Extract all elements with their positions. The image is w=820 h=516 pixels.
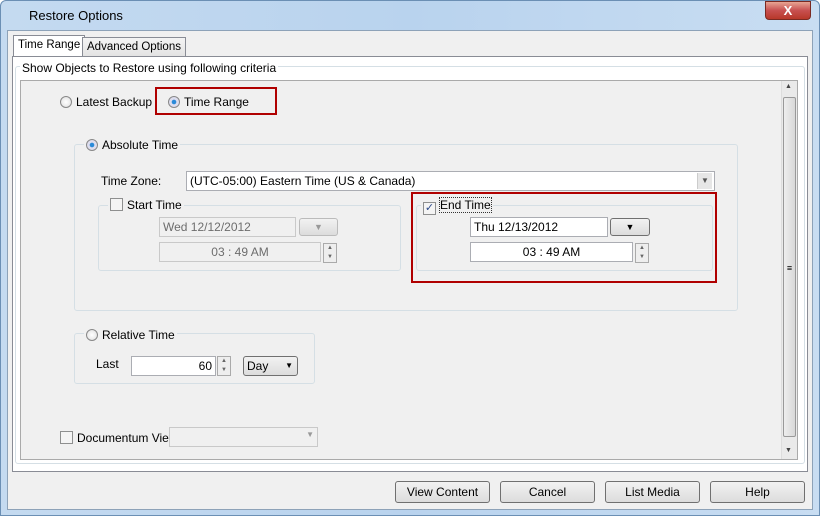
start-time-checkbox[interactable]: Start Time: [108, 198, 184, 212]
documentum-view-select[interactable]: ▼: [169, 427, 318, 447]
radio-selected-icon: [168, 96, 180, 108]
relative-time-radio[interactable]: Relative Time: [84, 328, 177, 342]
end-date-field[interactable]: Thu 12/13/2012: [470, 217, 608, 237]
relative-value-field[interactable]: 60: [131, 356, 216, 376]
latest-backup-label: Latest Backup: [76, 95, 153, 109]
chevron-down-icon: ▼: [285, 361, 293, 370]
chevron-down-icon[interactable]: ▼: [697, 173, 712, 189]
end-time-field[interactable]: 03 : 49 AM: [470, 242, 633, 262]
start-time-label: Start Time: [127, 198, 182, 212]
vertical-scrollbar[interactable]: ▲ ≡ ▼: [781, 81, 797, 459]
radio-icon: [60, 96, 72, 108]
window-title: Restore Options: [29, 8, 123, 23]
relative-unit-value: Day: [247, 359, 269, 373]
view-content-button[interactable]: View Content: [395, 481, 490, 503]
end-date-dropdown-button[interactable]: ▼: [610, 218, 650, 236]
relative-time-label: Relative Time: [102, 328, 175, 342]
tab-time-range[interactable]: Time Range: [13, 35, 86, 57]
documentum-view-checkbox[interactable]: Documentum View: [60, 431, 178, 445]
end-minute: 49 AM: [546, 245, 581, 259]
start-time-field[interactable]: 03 : 49 AM: [159, 242, 321, 262]
relative-unit-select[interactable]: Day ▼: [243, 356, 298, 376]
absolute-time-label: Absolute Time: [102, 138, 179, 152]
scrollbar-thumb[interactable]: ≡: [783, 97, 796, 437]
chevron-down-icon: ▼: [306, 430, 314, 439]
checkmark-icon: ✓: [423, 202, 436, 215]
documentum-view-label: Documentum View: [77, 431, 178, 445]
latest-backup-radio[interactable]: Latest Backup: [60, 95, 152, 109]
radio-icon: [86, 329, 98, 341]
end-hour: 03: [522, 245, 537, 259]
start-date-dropdown-button[interactable]: ▼: [299, 218, 338, 236]
help-button[interactable]: Help: [710, 481, 805, 503]
start-date-field[interactable]: Wed 12/12/2012: [159, 217, 296, 237]
timezone-select[interactable]: (UTC-05:00) Eastern Time (US & Canada) ▼: [186, 171, 715, 191]
time-range-radio[interactable]: Time Range: [168, 95, 249, 109]
start-hour: 03: [211, 245, 225, 259]
timezone-label: Time Zone:: [101, 174, 162, 188]
radio-selected-icon: [86, 139, 98, 151]
timezone-value: (UTC-05:00) Eastern Time (US & Canada): [190, 174, 416, 188]
scroll-down-icon[interactable]: ▼: [785, 447, 792, 454]
absolute-time-radio[interactable]: Absolute Time: [84, 138, 181, 152]
end-time-label: End Time: [439, 197, 492, 213]
tab-advanced-options[interactable]: Advanced Options: [82, 37, 186, 57]
end-time-spinner[interactable]: ▲ ▼: [635, 243, 649, 263]
scroll-up-icon[interactable]: ▲: [785, 83, 792, 90]
checkbox-icon: [110, 198, 123, 211]
close-button[interactable]: X: [765, 1, 811, 20]
time-range-label: Time Range: [184, 95, 249, 109]
last-label: Last: [96, 357, 119, 371]
cancel-button[interactable]: Cancel: [500, 481, 595, 503]
checkbox-icon: [60, 431, 73, 444]
start-time-spinner[interactable]: ▲ ▼: [323, 243, 337, 263]
start-minute: 49 AM: [234, 245, 269, 259]
list-media-button[interactable]: List Media: [605, 481, 700, 503]
criteria-label: Show Objects to Restore using following …: [20, 61, 279, 75]
end-time-checkbox[interactable]: ✓ End Time: [421, 197, 493, 215]
relative-value-spinner[interactable]: ▲ ▼: [217, 356, 231, 376]
